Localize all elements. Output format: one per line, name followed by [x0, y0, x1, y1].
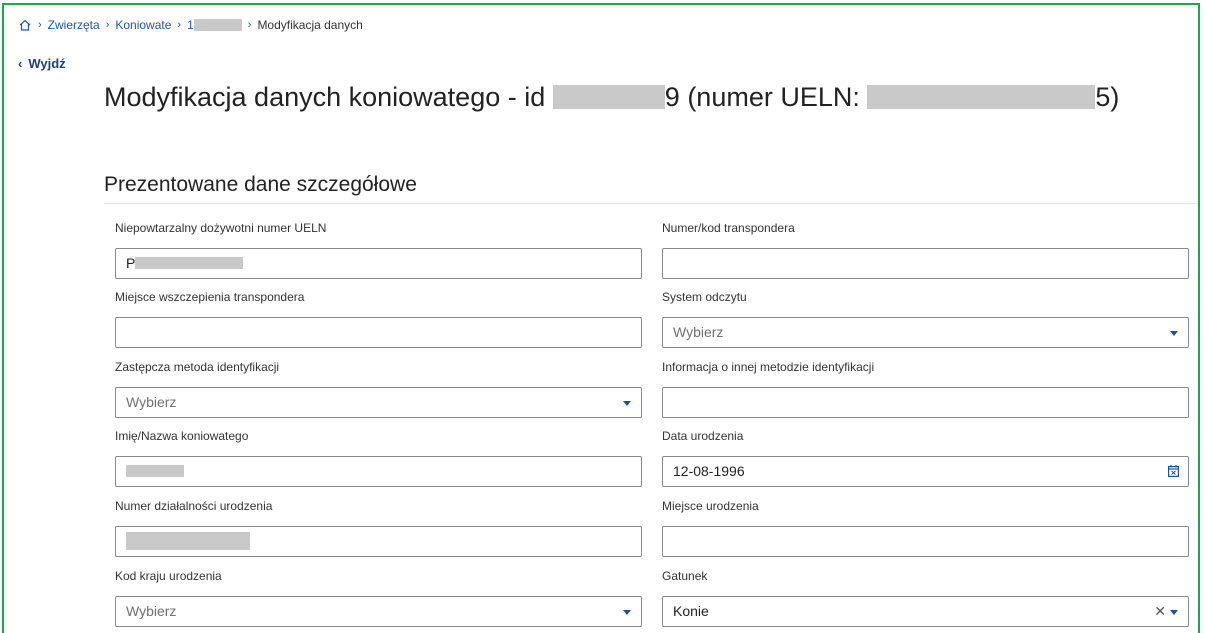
field-label: Numer/kod transpondera	[662, 221, 795, 235]
redacted-block	[193, 19, 242, 31]
birth-place-input[interactable]	[662, 526, 1189, 557]
field-birth-place: Miejsce urodzenia	[662, 498, 1189, 557]
breadcrumb-item-current: Modyfikacja danych	[257, 18, 363, 32]
field-other-id-info: Informacja o innej metodzie identyfikacj…	[662, 359, 1189, 418]
name-input[interactable]	[115, 456, 642, 487]
field-birth-country: Kod kraju urodzenia Wybierz	[115, 568, 642, 627]
home-icon[interactable]	[18, 18, 32, 32]
transponder-number-input[interactable]	[662, 248, 1189, 279]
back-button[interactable]: ‹ Wyjdź	[18, 56, 66, 71]
chevron-down-icon[interactable]	[1170, 610, 1178, 615]
species-value: Konie	[673, 603, 709, 619]
back-label: Wyjdź	[28, 56, 66, 71]
field-transponder-place: Miejsce wszczepienia transpondera	[115, 289, 642, 348]
field-label: Miejsce urodzenia	[662, 499, 759, 513]
calendar-icon[interactable]	[1168, 465, 1179, 477]
redacted-block	[126, 532, 250, 550]
field-reading-system: System odczytu Wybierz	[662, 289, 1189, 348]
field-label: Kod kraju urodzenia	[115, 569, 222, 583]
field-birth-date: Data urodzenia 12-08-1996	[662, 428, 1189, 487]
breadcrumb-item-equidae[interactable]: Koniowate	[115, 18, 171, 32]
field-name: Imię/Nazwa koniowatego	[115, 428, 642, 487]
breadcrumb-item-record[interactable]: 1	[187, 18, 242, 32]
select-placeholder: Wybierz	[126, 394, 177, 410]
field-ueln: Niepowtarzalny dożywotni numer UELN P	[115, 220, 642, 279]
title-ueln-prefix: (numer UELN:	[687, 82, 860, 112]
field-transponder-number: Numer/kod transpondera	[662, 220, 1189, 279]
select-placeholder: Wybierz	[126, 603, 177, 619]
birth-date-value: 12-08-1996	[673, 463, 745, 479]
close-icon[interactable]: ✕	[1154, 597, 1166, 626]
section-divider	[104, 203, 1198, 204]
field-label: Gatunek	[662, 569, 708, 583]
title-ueln-tail: 5)	[1095, 82, 1120, 112]
field-label: Imię/Nazwa koniowatego	[115, 429, 249, 443]
select-placeholder: Wybierz	[673, 324, 724, 340]
field-label: Niepowtarzalny dożywotni numer UELN	[115, 221, 327, 235]
redacted-block	[135, 257, 244, 269]
birth-holding-input[interactable]	[115, 526, 642, 557]
birth-date-input[interactable]: 12-08-1996	[662, 456, 1189, 487]
breadcrumb: › Zwierzęta › Koniowate › 1 › Modyfikacj…	[18, 18, 363, 32]
birth-country-select[interactable]: Wybierz	[115, 596, 642, 627]
other-id-info-input[interactable]	[662, 387, 1189, 418]
breadcrumb-separator: ›	[105, 19, 110, 31]
breadcrumb-separator: ›	[38, 19, 42, 31]
field-label: Numer działalności urodzenia	[115, 499, 273, 513]
title-prefix: Modyfikacja danych koniowatego - id	[104, 82, 546, 112]
breadcrumb-separator: ›	[247, 19, 252, 31]
ueln-value: P	[126, 255, 136, 271]
ueln-input[interactable]: P	[115, 248, 642, 279]
redacted-block	[126, 465, 184, 477]
alt-id-method-select[interactable]: Wybierz	[115, 387, 642, 418]
species-select[interactable]: Konie ✕	[662, 596, 1189, 627]
chevron-down-icon[interactable]	[1170, 331, 1178, 336]
chevron-down-icon[interactable]	[623, 610, 631, 615]
page-title: Modyfikacja danych koniowatego - id 9 (n…	[104, 82, 1119, 113]
redacted-block	[867, 85, 1096, 109]
reading-system-select[interactable]: Wybierz	[662, 317, 1189, 348]
field-birth-holding: Numer działalności urodzenia	[115, 498, 642, 557]
field-label: Informacja o innej metodzie identyfikacj…	[662, 360, 875, 374]
chevron-left-icon: ‹	[18, 56, 23, 71]
field-label: Miejsce wszczepienia transpondera	[115, 290, 305, 304]
field-alt-id-method: Zastępcza metoda identyfikacji Wybierz	[115, 359, 642, 418]
chevron-down-icon[interactable]	[623, 401, 631, 406]
section-title: Prezentowane dane szczegółowe	[104, 173, 417, 196]
transponder-place-input[interactable]	[115, 317, 642, 348]
breadcrumb-item-animals[interactable]: Zwierzęta	[48, 18, 100, 32]
field-label: System odczytu	[662, 290, 747, 304]
breadcrumb-separator: ›	[177, 19, 182, 31]
field-species: Gatunek Konie ✕	[662, 568, 1189, 627]
field-label: Zastępcza metoda identyfikacji	[115, 360, 280, 374]
title-id-tail: 9	[664, 82, 680, 112]
redacted-block	[552, 85, 665, 109]
field-label: Data urodzenia	[662, 429, 744, 443]
